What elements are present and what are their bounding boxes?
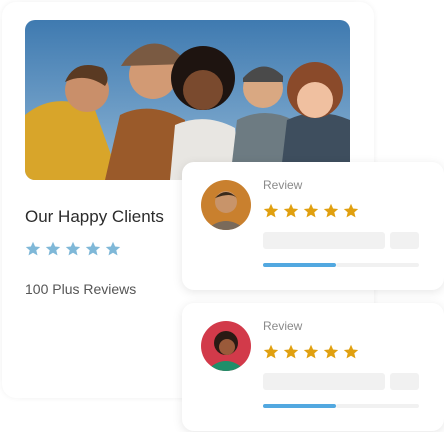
review-count-text: 100 Plus Reviews xyxy=(25,281,137,297)
star-icon xyxy=(343,203,359,218)
reviewer-avatar xyxy=(201,180,251,230)
review-text-placeholder xyxy=(263,373,385,390)
star-icon xyxy=(323,344,339,359)
review-card: Review xyxy=(182,303,444,431)
review-card: Review xyxy=(182,162,444,290)
star-icon xyxy=(303,203,319,218)
review-progress-bar xyxy=(263,404,336,408)
star-icon xyxy=(283,203,299,218)
star-icon xyxy=(343,344,359,359)
review-progress-track xyxy=(336,404,419,408)
review-progress-track xyxy=(336,263,419,267)
clients-title: Our Happy Clients xyxy=(25,207,164,226)
star-icon xyxy=(25,241,41,256)
review-text-placeholder xyxy=(390,232,419,249)
star-icon xyxy=(45,241,61,256)
review-rating-stars xyxy=(263,344,359,360)
review-text-placeholder xyxy=(263,232,385,249)
review-rating-stars xyxy=(263,203,359,219)
review-text-placeholder xyxy=(390,373,419,390)
review-label: Review xyxy=(263,319,303,333)
star-icon xyxy=(65,241,81,256)
star-icon xyxy=(263,203,279,218)
star-icon xyxy=(283,344,299,359)
star-icon xyxy=(85,241,101,256)
clients-rating-stars xyxy=(25,241,121,257)
star-icon xyxy=(303,344,319,359)
star-icon xyxy=(105,241,121,256)
review-progress-bar xyxy=(263,263,336,267)
star-icon xyxy=(323,203,339,218)
reviewer-avatar xyxy=(201,321,251,371)
star-icon xyxy=(263,344,279,359)
happy-clients-photo xyxy=(25,20,350,180)
review-label: Review xyxy=(263,178,303,192)
